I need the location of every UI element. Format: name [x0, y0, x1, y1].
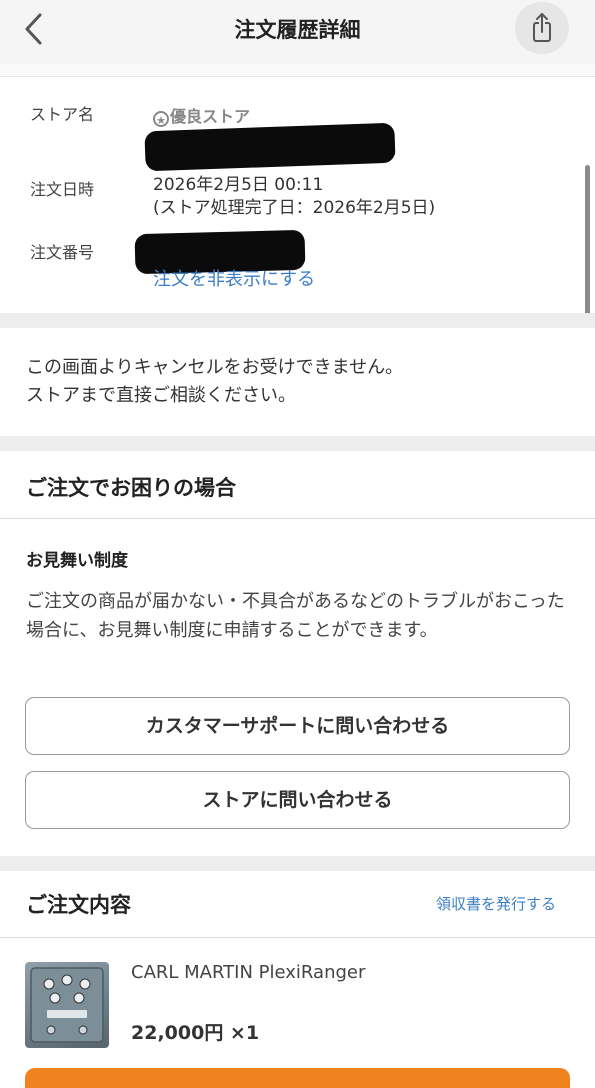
- notice-line-1: この画面よりキャンセルをお受けできません。: [26, 357, 404, 378]
- omimai-heading: お見舞い制度: [26, 551, 128, 571]
- guitar-pedal-image: [30, 967, 104, 1043]
- divider: [0, 518, 595, 519]
- share-button[interactable]: [515, 2, 569, 54]
- order-contents-heading: ご注文内容: [26, 893, 131, 917]
- product-image[interactable]: [25, 962, 109, 1048]
- section-separator: [0, 313, 595, 328]
- order-number-label: 注文番号: [30, 243, 95, 262]
- store-processed-date: (ストア処理完了日：2026年2月5日): [153, 198, 436, 218]
- navigation-bar: 注文履歴詳細: [0, 0, 595, 65]
- store-name-label: ストア名: [30, 105, 95, 124]
- excellent-store-badge: ★ 優良ストア: [153, 103, 250, 127]
- scrollbar[interactable]: [585, 165, 590, 325]
- omimai-description: ご注文の商品が届かない・不具合があるなどのトラブルがおこった場合に、お見舞い制度…: [26, 591, 565, 641]
- header-spacer: [0, 64, 595, 77]
- hide-order-link[interactable]: 注文を非表示にする: [153, 265, 315, 291]
- notice-line-2: ストアまで直接ご相談ください。: [26, 385, 296, 406]
- product-price: 22,000円 ×1: [131, 1022, 260, 1044]
- trouble-heading: ご注文でお困りの場合: [26, 476, 236, 500]
- store-contact-button[interactable]: ストアに問い合わせる: [25, 771, 570, 829]
- order-date-value: 2026年2月5日 00:11: [153, 175, 324, 195]
- redacted-store-name: [144, 122, 396, 172]
- customer-support-button[interactable]: カスタマーサポートに問い合わせる: [25, 697, 570, 755]
- section-separator: [0, 856, 595, 871]
- issue-receipt-link[interactable]: 領収書を発行する: [436, 893, 556, 914]
- product-name[interactable]: CARL MARTIN PlexiRanger: [131, 962, 365, 983]
- order-info-section: ストア名 ★ 優良ストア 注文日時 2026年2月5日 00:11 (ストア処理完…: [0, 77, 595, 313]
- divider: [0, 937, 595, 938]
- cancel-notice: この画面よりキャンセルをお受けできません。 ストアまで直接ご相談ください。: [0, 328, 595, 436]
- order-date-label: 注文日時: [30, 180, 95, 199]
- page-title: 注文履歴詳細: [234, 18, 361, 42]
- share-icon: [533, 13, 551, 42]
- section-separator: [0, 436, 595, 451]
- star-badge-icon: ★: [153, 111, 169, 127]
- primary-action-button[interactable]: [25, 1068, 570, 1088]
- badge-label: 優良ストア: [170, 107, 251, 126]
